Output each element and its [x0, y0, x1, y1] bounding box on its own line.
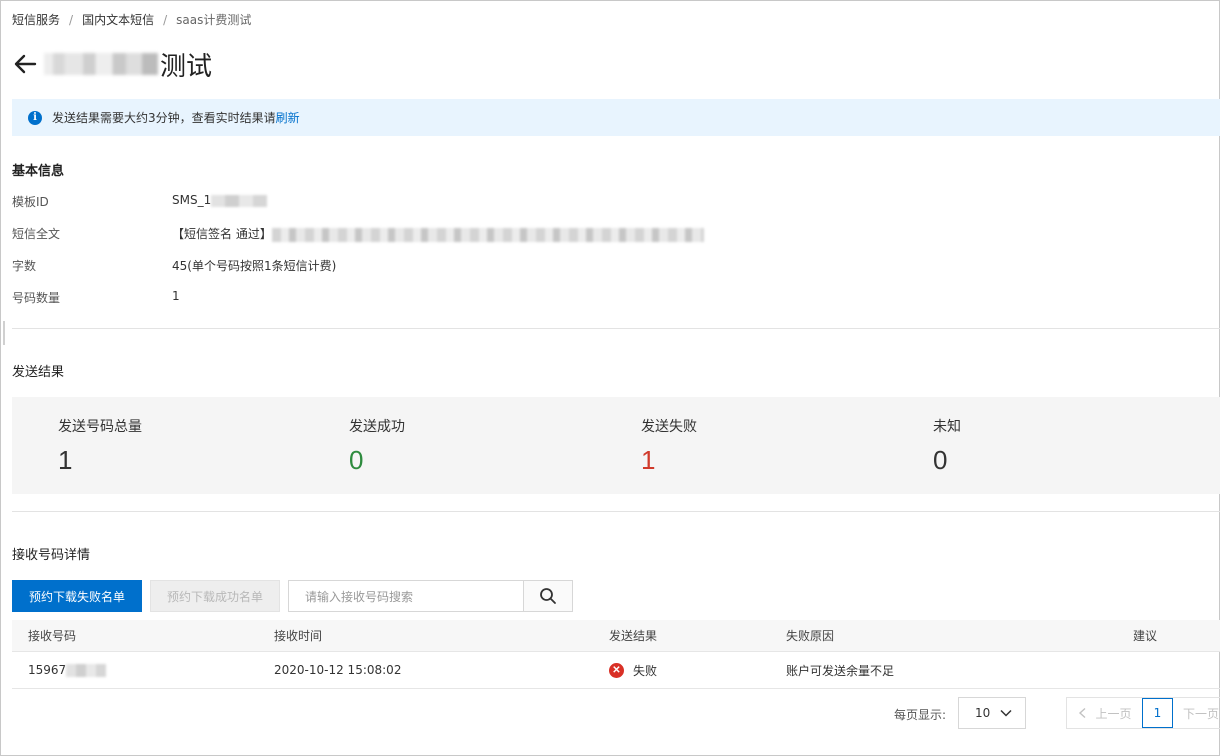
- info-row-number-count: 号码数量 1: [12, 289, 180, 306]
- info-key: 号码数量: [12, 291, 61, 305]
- cell-time: 2020-10-12 15:08:02: [274, 663, 402, 677]
- page-number-1[interactable]: 1: [1142, 698, 1173, 728]
- info-key: 模板ID: [12, 195, 49, 209]
- send-result-title: 发送结果: [12, 365, 65, 380]
- column-header-reason[interactable]: 失败原因: [786, 620, 834, 651]
- info-value: 45(单个号码按照1条短信计费): [172, 259, 337, 273]
- result-text: 失败: [633, 663, 658, 678]
- table-row: 15967 2020-10-12 15:08:02 ✕ 失败 账户可发送余量不足: [12, 652, 1220, 689]
- breadcrumb-separator: /: [69, 12, 74, 27]
- cell-result: ✕ 失败: [609, 652, 657, 688]
- download-fail-list-button[interactable]: 预约下载失败名单: [12, 580, 142, 612]
- redacted-value: [271, 227, 704, 242]
- basic-info-title: 基本信息: [12, 164, 65, 179]
- search-button[interactable]: [523, 580, 573, 612]
- prev-page-button[interactable]: 上一页: [1067, 698, 1142, 728]
- info-row-content: 短信全文 【短信签名 通过】: [12, 225, 704, 242]
- column-header-phone[interactable]: 接收号码: [28, 620, 76, 651]
- pagination: 上一页 1 下一页: [1066, 697, 1220, 729]
- search-icon: [540, 588, 556, 604]
- column-header-suggestion[interactable]: 建议: [1133, 620, 1157, 651]
- page-size-value: 10: [975, 706, 991, 720]
- column-header-result[interactable]: 发送结果: [609, 620, 657, 651]
- page-title: 测试: [160, 51, 213, 82]
- page-size-select[interactable]: 10: [958, 697, 1026, 729]
- next-page-button[interactable]: 下一页: [1173, 698, 1220, 728]
- error-icon: ✕: [609, 662, 624, 678]
- search-input[interactable]: 请输入接收号码搜索: [288, 580, 524, 612]
- info-value: 1: [172, 289, 180, 303]
- stat-label: 发送号码总量: [58, 419, 142, 435]
- info-value: 【短信签名 通过】: [172, 225, 704, 242]
- notice-text: 发送结果需要大约3分钟，查看实时结果请: [52, 111, 276, 125]
- stat-label: 发送失败: [641, 419, 697, 435]
- chevron-left-icon: [1079, 707, 1086, 719]
- breadcrumb-current: saas计费测试: [176, 13, 252, 27]
- info-key: 短信全文: [12, 227, 61, 241]
- redacted-title: [44, 53, 158, 75]
- info-row-char-count: 字数 45(单个号码按照1条短信计费): [12, 257, 336, 274]
- stat-value: 0: [933, 445, 948, 475]
- scroll-indicator: [3, 321, 5, 345]
- info-notice: i 发送结果需要大约3分钟，查看实时结果请 刷新: [12, 99, 1220, 136]
- breadcrumb: 短信服务 / 国内文本短信 / saas计费测试: [12, 11, 251, 28]
- prev-page-label: 上一页: [1095, 706, 1132, 721]
- chevron-down-icon: [1000, 709, 1012, 717]
- info-key: 字数: [12, 259, 37, 273]
- info-value: SMS_1: [172, 193, 268, 210]
- breadcrumb-item-domestic-sms[interactable]: 国内文本短信: [82, 11, 154, 28]
- breadcrumb-separator: /: [163, 12, 168, 27]
- send-result-stats: 发送号码总量 1 发送成功 0 发送失败 1 未知 0: [12, 397, 1220, 494]
- stat-value: 1: [58, 445, 73, 475]
- divider: [12, 328, 1220, 329]
- column-header-time[interactable]: 接收时间: [274, 620, 322, 651]
- redacted-value: [66, 663, 107, 677]
- divider: [12, 511, 1220, 512]
- info-icon: i: [28, 110, 42, 125]
- stat-value: 1: [641, 445, 656, 475]
- breadcrumb-item-sms-service[interactable]: 短信服务: [12, 11, 60, 28]
- page-title-row: 测试: [12, 46, 212, 82]
- stat-value: 0: [349, 445, 364, 475]
- redacted-value: [211, 194, 268, 207]
- page-size-label: 每页显示:: [894, 708, 947, 722]
- arrow-left-icon[interactable]: [12, 51, 38, 77]
- receiver-detail-title: 接收号码详情: [12, 548, 91, 563]
- cell-reason: 账户可发送余量不足: [786, 663, 895, 678]
- stat-label: 未知: [933, 419, 961, 435]
- table-header: 接收号码 接收时间 发送结果 失败原因 建议: [12, 620, 1220, 652]
- info-row-template-id: 模板ID SMS_1: [12, 193, 268, 210]
- cell-phone: 15967: [28, 652, 107, 688]
- stat-label: 发送成功: [349, 419, 405, 435]
- refresh-link[interactable]: 刷新: [276, 109, 300, 126]
- download-success-list-button[interactable]: 预约下载成功名单: [150, 580, 280, 612]
